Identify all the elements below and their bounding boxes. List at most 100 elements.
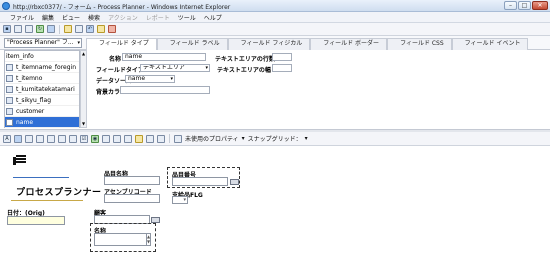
list-item[interactable]: t_kumitatekatamari (5, 84, 79, 95)
toolbar-separator (169, 134, 170, 143)
menu-action: アクション (108, 14, 138, 22)
menu-edit[interactable]: 編集 (42, 13, 54, 22)
image-tool-icon[interactable] (69, 134, 77, 143)
tab-field-physical[interactable]: フィールド フィジカル (227, 38, 311, 50)
prop-name-label: 名称 (109, 56, 122, 63)
item-number-lookup-button[interactable] (230, 179, 239, 185)
close-button[interactable]: ✕ (532, 1, 548, 10)
menu-report: レポート (145, 14, 170, 22)
tab-field-css[interactable]: フィールド CSS (387, 38, 452, 50)
list-item[interactable]: t_sikyu_flag (5, 95, 79, 106)
minimize-button[interactable]: – (504, 1, 517, 10)
prop-textarea-rows-label: テキストエリアの行数 (215, 56, 275, 63)
property-tab-row: "Process Planner" フ... ▾ フィールド タイプ フィールド… (0, 36, 550, 50)
button-tool-icon[interactable] (102, 134, 110, 143)
grid-tool-icon[interactable] (58, 134, 66, 143)
item-number-input[interactable] (172, 177, 228, 186)
object-selector-value: "Process Planner" フ... (7, 39, 74, 46)
list-item[interactable]: t_itemno (5, 73, 79, 84)
print-icon[interactable] (75, 25, 83, 33)
toolbar-separator (59, 24, 60, 34)
undo-icon[interactable]: ↶ (86, 25, 94, 33)
new-document-icon[interactable] (14, 25, 22, 33)
menu-help[interactable]: ヘルプ (204, 13, 222, 22)
scroll-up-icon[interactable]: ▲ (81, 51, 86, 57)
snap-grid-dropdown[interactable]: スナップグリッド： (248, 134, 302, 143)
date-input[interactable] (7, 216, 65, 225)
chevron-down-icon: ▾ (241, 135, 245, 142)
listbox-tool-icon[interactable] (47, 134, 55, 143)
html-tool-icon[interactable] (135, 134, 143, 143)
tab-field-type[interactable]: フィールド タイプ (86, 38, 157, 50)
field-icon (6, 107, 13, 115)
item-name-input[interactable] (104, 176, 160, 185)
date-tool-icon[interactable] (113, 134, 121, 143)
menu-bar: ファイル 編集 ビュー 検索 アクション レポート ツール ヘルプ (0, 12, 550, 23)
main-toolbar: ▪ ↻ ↶ (0, 23, 550, 36)
checkbox-field-icon (6, 96, 13, 104)
chevron-down-icon: ▾ (205, 65, 208, 71)
tab-field-event[interactable]: フィールド イベント (451, 38, 529, 50)
ie-logo-icon (2, 2, 10, 10)
field-name-label: item_info (6, 52, 34, 60)
field-icon (6, 63, 13, 71)
field-name-label: t_itemno (16, 74, 43, 82)
field-list: item_info t_itemname_foregin t_itemno t_… (4, 50, 80, 128)
supply-flag-select[interactable]: ▾ (172, 196, 188, 204)
prop-textarea-width-input[interactable] (272, 64, 292, 72)
refresh-icon[interactable]: ↻ (36, 25, 44, 33)
prop-datasource-select[interactable]: name ▾ (125, 75, 175, 83)
scroll-down-icon[interactable]: ▼ (81, 121, 86, 127)
field-name-label: t_itemname_foregin (16, 63, 77, 71)
open-icon[interactable] (25, 25, 33, 33)
prop-field-type-value: テキストエリア (143, 64, 185, 71)
textarea-tool-icon[interactable] (25, 134, 33, 143)
radio-tool-icon[interactable]: ◉ (91, 134, 99, 143)
prop-textarea-rows-input[interactable] (272, 53, 292, 61)
header-divider (13, 177, 69, 178)
field-name-label: customer (16, 107, 45, 115)
delete-icon[interactable] (108, 25, 116, 33)
list-item[interactable]: item_info (5, 51, 79, 62)
object-selector-dropdown[interactable]: "Process Planner" フ... ▾ (4, 38, 82, 48)
field-name-label: name (16, 118, 34, 126)
name-textarea[interactable] (94, 233, 150, 246)
prop-field-type-select[interactable]: テキストエリア ▾ (140, 64, 210, 72)
hyperlink-tool-icon[interactable] (157, 134, 165, 143)
form-design-canvas[interactable]: プロセスプランナー 日付：(Orig) 品目名称 品目番号 アセンブリコード 支… (0, 147, 550, 268)
prop-bg-color-input[interactable] (120, 86, 210, 94)
prop-field-type-label: フィールドタイプ (96, 67, 144, 74)
window-title: http://rbxc0377/ - フォーム - Process Planne… (13, 4, 231, 11)
menu-view[interactable]: ビュー (62, 13, 80, 22)
unused-properties-dropdown[interactable]: 未使用のプロパティ (185, 134, 239, 143)
hamburger-menu-icon[interactable] (16, 155, 26, 165)
label-tool-icon[interactable]: A (3, 134, 11, 143)
tab-field-label[interactable]: フィールド ラベル (156, 38, 228, 50)
name-textarea-scroll[interactable]: ▲ ▼ (146, 233, 151, 246)
assembly-code-input[interactable] (104, 194, 160, 203)
list-item[interactable]: t_itemname_foregin (5, 62, 79, 73)
group-tool-icon[interactable] (124, 134, 132, 143)
prop-name-input[interactable]: name (122, 53, 206, 61)
menu-search[interactable]: 検索 (88, 13, 100, 22)
menu-file[interactable]: ファイル (10, 13, 34, 22)
lock-icon[interactable] (64, 25, 72, 33)
checkbox-tool-icon[interactable]: ☑ (80, 134, 88, 143)
folder-icon[interactable] (97, 25, 105, 33)
tab-field-border[interactable]: フィールド ボーダー (310, 38, 388, 50)
dropdown-tool-icon[interactable] (36, 134, 44, 143)
field-icon (6, 74, 13, 82)
textbox-tool-icon[interactable] (14, 134, 22, 143)
save-icon[interactable]: ▪ (3, 25, 11, 33)
chevron-down-icon: ▾ (77, 40, 80, 46)
field-list-scrollbar[interactable]: ▲ ▼ (80, 50, 87, 128)
maximize-button[interactable]: □ (518, 1, 531, 10)
window-titlebar: http://rbxc0377/ - フォーム - Process Planne… (0, 0, 550, 12)
menu-tools[interactable]: ツール (178, 13, 196, 22)
list-item[interactable]: customer (5, 106, 79, 117)
properties-icon[interactable] (47, 25, 55, 33)
design-toolbar: A ☑ ◉ 未使用のプロパティ ▾ スナップグリッド： ▾ (0, 132, 550, 146)
field-name-label: t_kumitatekatamari (16, 85, 75, 93)
list-item-selected[interactable]: name (5, 117, 79, 128)
line-tool-icon[interactable] (146, 134, 154, 143)
